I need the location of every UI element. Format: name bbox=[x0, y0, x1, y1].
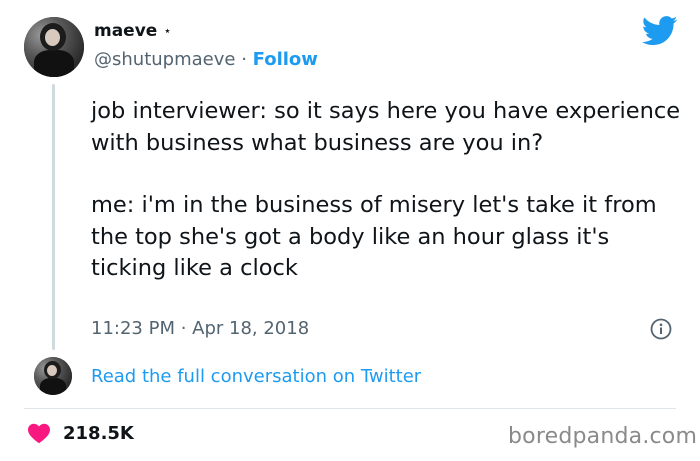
twitter-bird-icon[interactable] bbox=[642, 16, 678, 46]
avatar-small-figure-face bbox=[47, 365, 57, 376]
tweet-text: job interviewer: so it says here you hav… bbox=[91, 96, 681, 285]
heart-icon[interactable] bbox=[27, 422, 51, 444]
like-count[interactable]: 218.5K bbox=[63, 423, 134, 444]
avatar-small[interactable] bbox=[34, 357, 72, 395]
display-name-text[interactable]: maeve bbox=[94, 21, 157, 41]
avatar-figure-body bbox=[34, 50, 74, 77]
watermark: boredpanda.com bbox=[508, 424, 698, 449]
divider bbox=[24, 408, 676, 409]
follow-button[interactable]: Follow bbox=[253, 49, 318, 70]
read-conversation-link[interactable]: Read the full conversation on Twitter bbox=[91, 366, 421, 387]
avatar-small-figure-body bbox=[40, 378, 66, 395]
tweet-paragraph-2: me: i'm in the business of misery let's … bbox=[91, 192, 657, 281]
separator-dot: · bbox=[241, 49, 247, 70]
info-icon[interactable] bbox=[650, 318, 672, 340]
handle-row: @shutupmaeve · Follow bbox=[94, 49, 318, 70]
avatar-figure-face bbox=[45, 29, 60, 46]
star-badge-icon: ⋆ bbox=[163, 23, 172, 39]
avatar[interactable] bbox=[24, 17, 84, 77]
tweet-paragraph-1: job interviewer: so it says here you hav… bbox=[91, 98, 681, 156]
timestamp[interactable]: 11:23 PM · Apr 18, 2018 bbox=[91, 318, 309, 339]
display-name[interactable]: maeve ⋆ bbox=[94, 21, 171, 41]
thread-line bbox=[52, 84, 55, 350]
user-handle[interactable]: @shutupmaeve bbox=[94, 49, 235, 70]
